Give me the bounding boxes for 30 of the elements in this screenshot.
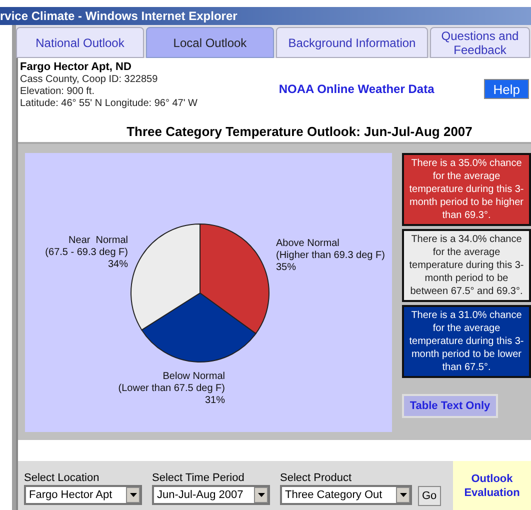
window-title: rvice Climate - Windows Internet Explorer — [0, 8, 238, 25]
selector-label: Select Time Period — [152, 471, 246, 485]
selector-label: Select Location — [24, 471, 100, 485]
table-text-button[interactable]: Table Text Only — [402, 394, 498, 418]
slice-label: Above Normal (Higher than 69.3 deg F) 35% — [276, 238, 385, 274]
station-detail: Elevation: 900 ft. — [20, 86, 96, 98]
outlook-title: Three Category Temperature Outlook: Jun-Jul-Aug 2007 — [126, 123, 472, 141]
evaluation-link[interactable]: Outlook Evaluation — [453, 472, 531, 500]
chance-note: There is a 31.0% chance for the average temperature during this 3-month period to be lower than 67.5°. — [402, 305, 531, 378]
chance-note: There is a 34.0% chance for the average temperature during this 3-month period to be between 67.5° and 69.3°. — [402, 229, 531, 302]
tab[interactable]: National Outlook — [16, 27, 144, 58]
station-detail: Cass County, Coop ID: 322859 — [20, 74, 159, 86]
chance-note: There is a 35.0% chance for the average temperature during this 3-month period to be higher than 69.3°. — [402, 153, 531, 226]
help-button[interactable]: Help — [484, 78, 529, 98]
slice-label: Near Normal (67.5 - 69.3 deg F) 34% — [44, 235, 128, 271]
dropdown[interactable]: Three Category Out — [280, 485, 412, 505]
dropdown-arrow-icon — [130, 493, 136, 497]
selector-label: Select Product — [280, 471, 353, 485]
slice-label: Below Normal (Lower than 67.5 deg F) 31% — [117, 371, 225, 407]
go-button[interactable]: Go — [418, 486, 441, 506]
dropdown-arrow-icon — [258, 493, 264, 497]
tab[interactable]: Background Information — [276, 27, 428, 58]
tab[interactable]: Local Outlook — [146, 27, 274, 58]
dropdown-arrow-icon — [400, 493, 406, 497]
station-name: Fargo Hector Apt, ND — [20, 61, 132, 74]
dropdown[interactable]: Fargo Hector Apt — [24, 485, 142, 505]
tab[interactable]: Questions and Feedback — [430, 27, 530, 58]
dropdown[interactable]: Jun-Jul-Aug 2007 — [152, 485, 270, 505]
noaa-link[interactable]: NOAA Online Weather Data — [278, 80, 434, 98]
station-detail: Latitude: 46° 55' N Longitude: 96° 47' W — [20, 98, 198, 110]
